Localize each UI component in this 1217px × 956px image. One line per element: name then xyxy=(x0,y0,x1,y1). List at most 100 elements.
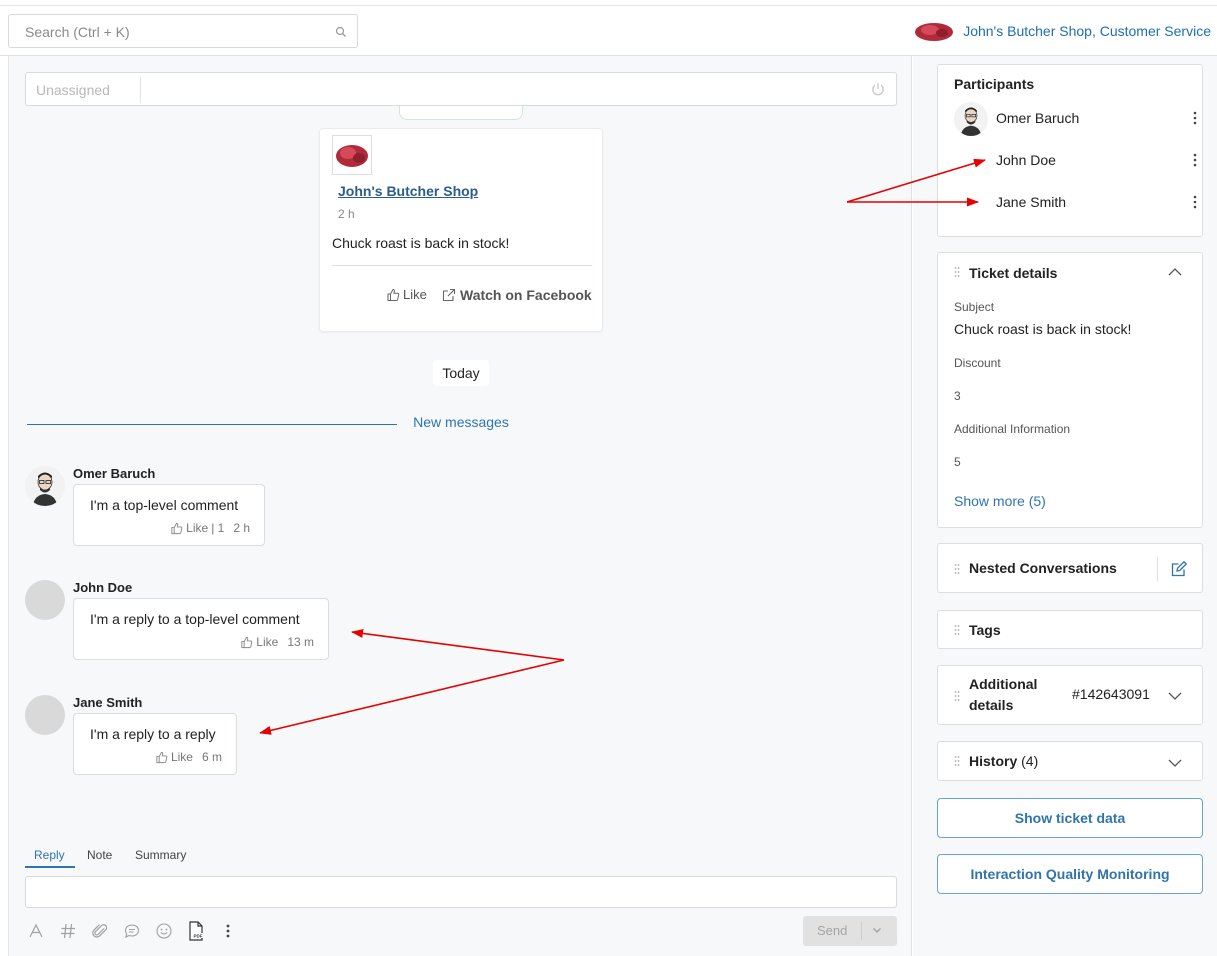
show-more-link[interactable]: Show more (5) xyxy=(954,493,1046,509)
watch-label: Watch on Facebook xyxy=(460,287,592,303)
drag-handle-icon[interactable] xyxy=(954,266,960,278)
participant-name: Omer Baruch xyxy=(996,110,1080,126)
chevron-down-icon[interactable] xyxy=(871,924,883,936)
edit-icon[interactable] xyxy=(1170,560,1188,578)
participant[interactable]: Jane Smith xyxy=(954,186,1197,220)
like-button[interactable]: Like xyxy=(256,635,278,649)
divider xyxy=(1157,557,1158,581)
emoji-icon[interactable] xyxy=(153,920,175,942)
show-ticket-data-button[interactable]: Show ticket data xyxy=(937,798,1203,838)
brand-name[interactable]: John's Butcher Shop, Customer Service xyxy=(963,23,1211,39)
tab-reply[interactable]: Reply xyxy=(34,848,65,862)
comment-bubble: I'm a reply to a top-level comment Like … xyxy=(73,598,329,660)
avatar xyxy=(954,102,988,136)
reply-input[interactable] xyxy=(25,876,897,908)
comment-meta: Like 13 m xyxy=(240,635,314,649)
nested-conversations-title[interactable]: Nested Conversations xyxy=(969,560,1117,576)
participant-name: Jane Smith xyxy=(996,194,1067,210)
ticket-details-title[interactable]: Ticket details xyxy=(969,265,1057,281)
divider xyxy=(332,265,592,266)
nested-conversations-card: Nested Conversations xyxy=(937,543,1203,593)
drag-handle-icon[interactable] xyxy=(954,624,960,636)
divider xyxy=(861,922,862,940)
post-author-link[interactable]: John's Butcher Shop xyxy=(338,183,478,199)
additional-details-title-line1[interactable]: Additional xyxy=(969,676,1037,692)
thumbs-up-icon[interactable] xyxy=(170,522,183,535)
brand-logo-icon xyxy=(915,23,954,41)
additional-info-value: 5 xyxy=(954,455,961,469)
comment-text: I'm a reply to a reply xyxy=(90,726,216,742)
post-like-button[interactable]: Like xyxy=(386,287,427,302)
participant[interactable]: Omer Baruch xyxy=(954,102,1197,136)
tab-note[interactable]: Note xyxy=(87,848,112,862)
interaction-quality-monitoring-button[interactable]: Interaction Quality Monitoring xyxy=(937,854,1203,894)
assignee-field[interactable]: Unassigned xyxy=(25,72,897,106)
subject-value: Chuck roast is back in stock! xyxy=(954,321,1132,337)
chevron-up-icon[interactable] xyxy=(1168,267,1182,277)
search-icon[interactable] xyxy=(335,25,347,43)
additional-details-card: Additional details #142643091 xyxy=(937,665,1203,725)
more-vertical-icon[interactable] xyxy=(1192,152,1198,168)
more-vertical-icon[interactable] xyxy=(1192,194,1198,210)
comment-bubble: I'm a top-level comment Like | 1 2 h xyxy=(73,484,265,546)
top-bar: John's Butcher Shop, Customer Service xyxy=(0,6,1217,56)
comment-meta: Like 6 m xyxy=(155,750,222,764)
composer-toolbar: PDF Send xyxy=(25,916,897,948)
discount-label: Discount xyxy=(954,356,1001,370)
chat-bubble-icon[interactable] xyxy=(121,920,143,942)
assignee-placeholder: Unassigned xyxy=(36,82,110,98)
search-input[interactable] xyxy=(23,23,323,41)
hashtag-icon[interactable] xyxy=(57,920,79,942)
new-messages-divider: New messages xyxy=(27,414,895,434)
svg-text:PDF: PDF xyxy=(194,934,203,939)
post-text: Chuck roast is back in stock! xyxy=(332,235,510,251)
text-format-icon[interactable] xyxy=(25,920,47,942)
avatar xyxy=(25,580,65,620)
comment-time: 13 m xyxy=(287,635,314,649)
drag-handle-icon[interactable] xyxy=(954,690,960,702)
comment-author[interactable]: Jane Smith xyxy=(73,695,142,710)
post-thumbnail xyxy=(332,135,372,175)
power-icon[interactable] xyxy=(870,81,886,102)
comment-author[interactable]: Omer Baruch xyxy=(73,466,155,481)
history-title[interactable]: History (4) xyxy=(969,753,1038,769)
external-link-icon xyxy=(442,288,456,302)
participant[interactable]: John Doe xyxy=(954,144,1197,178)
facebook-post: John's Butcher Shop 2 h Chuck roast is b… xyxy=(319,128,603,332)
ticket-id: #142643091 xyxy=(1072,686,1150,702)
tags-card: Tags xyxy=(937,610,1203,649)
comment-bubble: I'm a reply to a reply Like 6 m xyxy=(73,713,237,775)
chevron-down-icon[interactable] xyxy=(1168,758,1182,768)
tab-summary[interactable]: Summary xyxy=(135,848,186,862)
thumbs-up-icon xyxy=(387,288,400,301)
chevron-down-icon[interactable] xyxy=(1168,691,1182,701)
brand[interactable]: John's Butcher Shop, Customer Service xyxy=(913,18,1211,44)
thumbs-up-icon[interactable] xyxy=(155,751,168,764)
history-count: (4) xyxy=(1021,753,1039,769)
drag-handle-icon[interactable] xyxy=(954,755,960,767)
like-button[interactable]: Like xyxy=(171,750,193,764)
ticket-details-card: Ticket details Subject Chuck roast is ba… xyxy=(937,252,1203,528)
like-button[interactable]: Like xyxy=(186,521,208,535)
more-vertical-icon[interactable] xyxy=(1192,110,1198,126)
thumbs-up-icon[interactable] xyxy=(240,636,253,649)
comment-text: I'm a reply to a top-level comment xyxy=(90,611,300,627)
additional-info-label: Additional Information xyxy=(954,422,1071,436)
search-box[interactable] xyxy=(8,14,358,48)
subject-label: Subject xyxy=(954,300,995,314)
watch-on-facebook-link[interactable]: Watch on Facebook xyxy=(442,287,592,303)
right-sidebar: Participants Omer Baruch John Doe Jane S… xyxy=(913,56,1217,956)
additional-details-title-line2[interactable]: details xyxy=(969,697,1013,713)
attachment-icon[interactable] xyxy=(89,920,111,942)
send-label: Send xyxy=(817,923,848,938)
more-vertical-icon[interactable] xyxy=(217,920,239,942)
pdf-icon[interactable]: PDF xyxy=(185,920,207,942)
post-time: 2 h xyxy=(338,207,355,221)
participants-card: Participants Omer Baruch John Doe Jane S… xyxy=(937,64,1203,237)
tags-title[interactable]: Tags xyxy=(969,622,1001,638)
drag-handle-icon[interactable] xyxy=(954,563,960,575)
comment-meta: Like | 1 2 h xyxy=(170,521,250,535)
comment-author[interactable]: John Doe xyxy=(73,580,132,595)
send-button[interactable]: Send xyxy=(803,916,897,946)
history-card: History (4) xyxy=(937,741,1203,781)
